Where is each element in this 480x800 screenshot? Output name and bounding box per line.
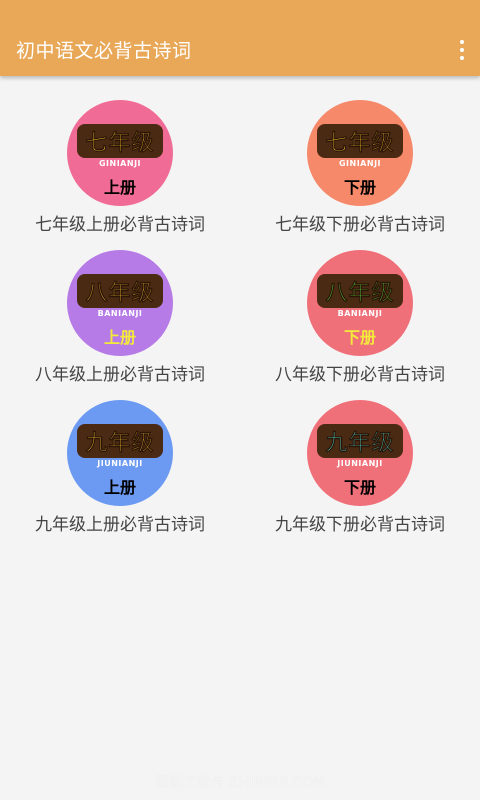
grade-badge: 九年级 [317,424,403,458]
app-bar: 初中语文必背古诗词 [0,0,480,76]
grade-grid: 七年级 GINIANJI 上册 七年级上册必背古诗词 七年级 GINIANJI 下册 七年级下… [0,100,480,550]
volume-label: 下册 [343,328,376,347]
grade-badge: 八年级 [77,274,163,308]
grade-cover-icon: 九年级 JIUNIANJI 下册 [307,400,413,506]
watermark: 智能工软件 ZHINRUI.COM [154,775,326,791]
grade-pinyin: JIUNIANJI [97,459,143,468]
grade-caption: 八年级上册必背古诗词 [35,365,205,385]
volume-label: 上册 [103,478,136,497]
volume-label: 上册 [103,178,136,197]
app-title: 初中语文必背古诗词 [16,40,192,62]
grade-pinyin: BANIANJI [337,309,383,318]
grade-badge: 七年级 [317,124,403,158]
grade-caption: 九年级下册必背古诗词 [275,515,445,535]
grade-badge: 八年级 [317,274,403,308]
grade-cover-icon: 七年级 GINIANJI 下册 [307,100,413,206]
volume-label: 上册 [103,328,136,347]
grade-item[interactable]: 八年级 BANIANJI 上册八年级上册必背古诗词 [0,250,240,400]
grade-item[interactable]: 九年级 JIUNIANJI 下册九年级下册必背古诗词 [240,400,480,550]
grade-item[interactable]: 七年级 GINIANJI 下册七年级下册必背古诗词 [240,100,480,250]
grade-caption: 七年级下册必背古诗词 [275,215,445,235]
grade-item[interactable]: 九年级 JIUNIANJI 上册九年级上册必背古诗词 [0,400,240,550]
grade-pinyin: GINIANJI [98,159,142,168]
more-vert-icon[interactable] [458,40,466,60]
grade-badge: 九年级 [77,424,163,458]
grade-pinyin: BANIANJI [97,309,143,318]
grade-caption: 七年级上册必背古诗词 [35,215,205,235]
grade-caption: 八年级下册必背古诗词 [275,365,445,385]
grade-badge: 七年级 [77,124,163,158]
grade-pinyin: GINIANJI [338,159,382,168]
grade-cover-icon: 七年级 GINIANJI 上册 [67,100,173,206]
grade-pinyin: JIUNIANJI [337,459,383,468]
grade-item[interactable]: 八年级 BANIANJI 下册八年级下册必背古诗词 [240,250,480,400]
grade-caption: 九年级上册必背古诗词 [35,515,205,535]
volume-label: 下册 [343,178,376,197]
grade-cover-icon: 九年级 JIUNIANJI 上册 [67,400,173,506]
grade-cover-icon: 八年级 BANIANJI 上册 [67,250,173,356]
volume-label: 下册 [343,478,376,497]
grade-item[interactable]: 七年级 GINIANJI 上册七年级上册必背古诗词 [0,100,240,250]
grade-cover-icon: 八年级 BANIANJI 下册 [307,250,413,356]
